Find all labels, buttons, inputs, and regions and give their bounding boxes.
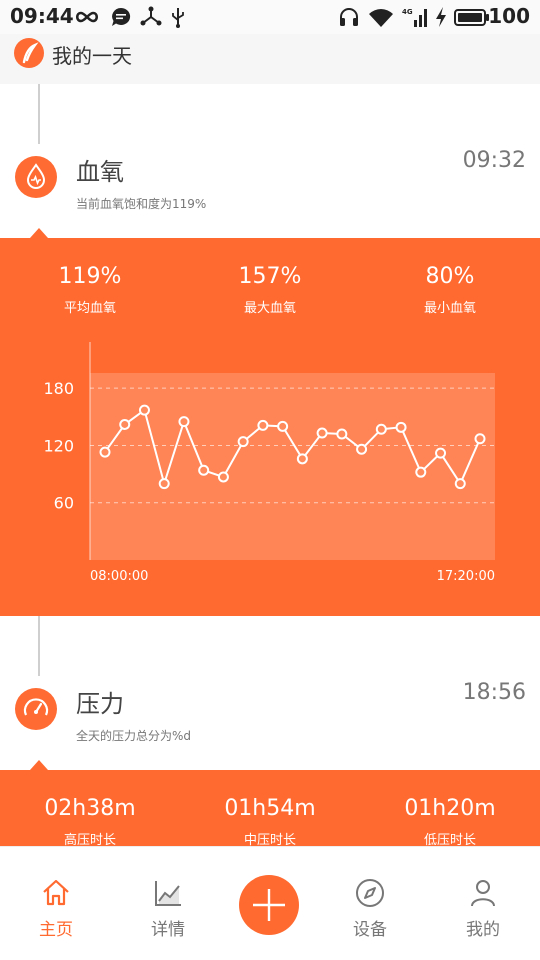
plus-icon [253, 889, 285, 921]
nav-details[interactable]: 详情 [128, 877, 208, 940]
stat-value: 119% [58, 264, 122, 289]
infinity-icon [75, 11, 99, 23]
data-point [158, 478, 170, 490]
data-point [435, 447, 447, 459]
y-tick-labels: 180 120 60 [43, 379, 74, 513]
high-stress-stat: 02h38m 高压时长 [0, 796, 180, 848]
stress-title: 压力 [76, 690, 124, 718]
plot-area [90, 373, 495, 560]
blood-oxygen-time: 09:32 [462, 148, 526, 173]
data-point [138, 404, 150, 416]
charging-icon [436, 7, 446, 27]
signal-4g-icon: 4G [402, 8, 427, 27]
stat-value: 80% [425, 264, 475, 289]
data-point [296, 453, 308, 465]
bottom-nav: 主页 详情 设备 我的 [0, 846, 540, 960]
blood-oxygen-chart[interactable]: 180 120 60 08:00:00 17:20:00 [0, 340, 540, 590]
blood-drop-icon [15, 156, 57, 198]
speedometer-icon [15, 688, 57, 730]
data-point [198, 464, 210, 476]
data-point [375, 423, 387, 435]
headset-icon [340, 8, 358, 26]
data-point [277, 420, 289, 432]
data-point [119, 418, 131, 430]
nav-home[interactable]: 主页 [16, 877, 96, 940]
y-tick-label: 120 [43, 436, 74, 455]
stat-label: 平均血氧 [63, 301, 116, 316]
medium-stress-stat: 01h54m 中压时长 [180, 796, 360, 848]
person-icon [471, 880, 495, 907]
chart-icon [155, 881, 181, 906]
nav-home-label: 主页 [39, 920, 73, 940]
stat-value: 01h20m [404, 796, 496, 821]
add-button[interactable] [239, 875, 299, 935]
data-point [336, 428, 348, 440]
chat-icon [112, 7, 131, 26]
home-icon [43, 879, 69, 906]
share-icon [140, 6, 162, 26]
blood-oxygen-title: 血氧 [76, 158, 124, 186]
stress-subtitle: 全天的压力总分为%d [76, 729, 192, 743]
data-point [474, 433, 486, 445]
page-title: 我的一天 [52, 44, 132, 68]
stat-label: 最小血氧 [423, 301, 476, 316]
panel-caret [30, 760, 48, 770]
nav-me[interactable]: 我的 [443, 877, 523, 940]
nav-devices[interactable]: 设备 [330, 877, 410, 940]
data-point [257, 419, 269, 431]
status-bar: 09:44 4G 100 [0, 0, 540, 34]
stress-time: 18:56 [462, 680, 526, 705]
svg-text:4G: 4G [402, 8, 413, 16]
y-tick-label: 60 [54, 494, 74, 513]
nav-me-label: 我的 [466, 920, 500, 940]
stat-value: 02h38m [44, 796, 136, 821]
data-point [395, 421, 407, 433]
min-oxygen-stat: 80% 最小血氧 [360, 264, 540, 316]
status-time: 09:44 [10, 4, 74, 28]
data-point [178, 416, 190, 428]
timeline-line [38, 84, 40, 144]
x-start-label: 08:00:00 [90, 569, 148, 584]
low-stress-stat: 01h20m 低压时长 [360, 796, 540, 848]
panel-caret [30, 228, 48, 238]
avg-oxygen-stat: 119% 平均血氧 [0, 264, 180, 316]
usb-icon [172, 8, 184, 28]
app-screen: 09:44 4G 100 我的一天 血氧 09:32 当前血氧饱和度为119% … [0, 0, 540, 960]
stat-value: 01h54m [224, 796, 316, 821]
data-point [415, 466, 427, 478]
compass-icon [356, 879, 384, 907]
data-point [99, 446, 111, 458]
stat-value: 157% [238, 264, 302, 289]
wifi-icon [369, 9, 393, 27]
max-oxygen-stat: 157% 最大血氧 [180, 264, 360, 316]
data-point [316, 427, 328, 439]
timeline-line [38, 616, 40, 676]
data-point [217, 471, 229, 483]
data-point [454, 478, 466, 490]
nav-devices-label: 设备 [353, 920, 387, 940]
battery-icon [454, 9, 489, 26]
data-point [237, 436, 249, 448]
battery-level: 100 [488, 4, 530, 28]
stat-label: 最大血氧 [243, 301, 296, 316]
data-point [356, 443, 368, 455]
feather-logo-icon [14, 38, 44, 68]
app-header: 我的一天 [0, 34, 540, 84]
nav-details-label: 详情 [151, 920, 185, 940]
y-tick-label: 180 [43, 379, 74, 398]
blood-oxygen-subtitle: 当前血氧饱和度为119% [76, 197, 207, 211]
x-end-label: 17:20:00 [437, 569, 495, 584]
